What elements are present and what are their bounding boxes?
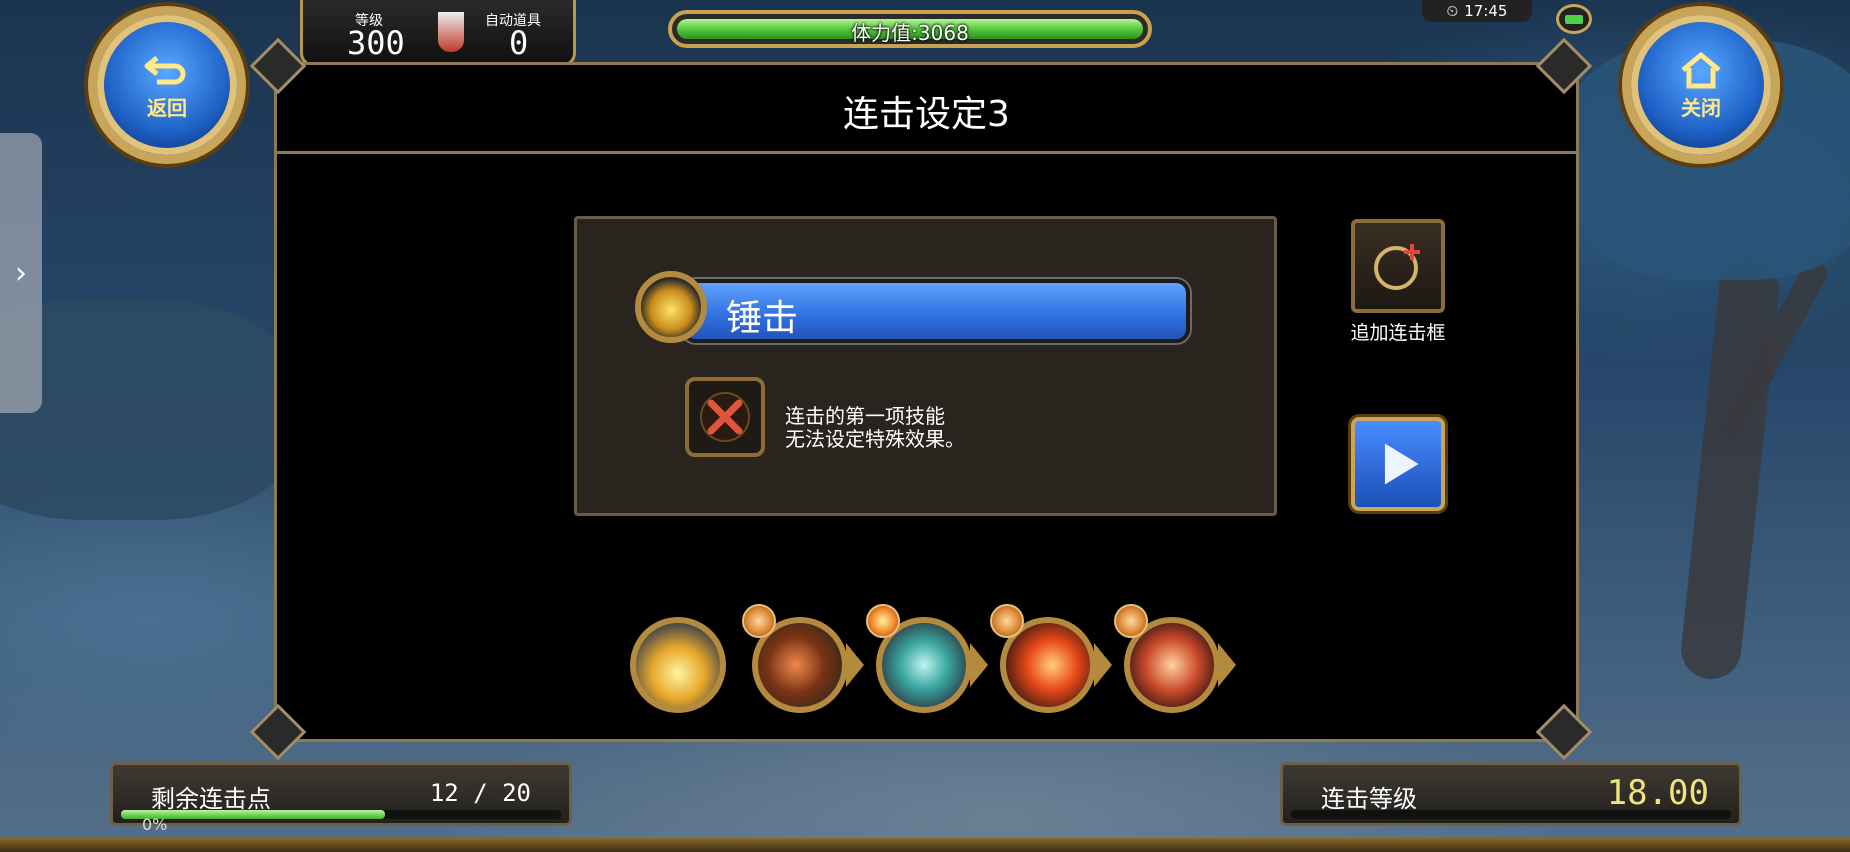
- clock-time: 17:45: [1464, 2, 1508, 20]
- selected-skill-panel: 锤击 连击的第一项技能 无法设定特殊效果。: [574, 216, 1277, 516]
- return-arrow-icon: [144, 55, 186, 84]
- close-button[interactable]: 关闭: [1622, 6, 1780, 164]
- selected-skill-bar[interactable]: 锤击: [682, 279, 1190, 343]
- chain-arrow-icon: [846, 643, 864, 687]
- stamina-text: 体力值:3068: [851, 21, 969, 45]
- combo-level-value: 18.00: [1606, 773, 1709, 813]
- effect-note-line2: 无法设定特殊效果。: [785, 427, 965, 451]
- clock: ⏲ 17:45: [1422, 0, 1532, 22]
- level-value: 300: [347, 24, 405, 62]
- effect-note: 连击的第一项技能 无法设定特殊效果。: [785, 405, 965, 451]
- combo-level-bar: [1291, 810, 1731, 819]
- remaining-points-bar: [121, 810, 561, 819]
- back-label: 返回: [147, 95, 187, 120]
- remaining-points-value: 12 / 20: [429, 779, 531, 807]
- fist-badge-icon: [742, 604, 776, 638]
- auto-item-value: 0: [509, 24, 529, 62]
- rock-formation: [0, 300, 300, 520]
- add-combo-slot-label: 追加连击框: [1350, 322, 1446, 344]
- chain-skill-1-hammer-strike-icon[interactable]: [630, 617, 726, 713]
- battery-icon: [1556, 4, 1592, 34]
- special-effect-slot[interactable]: [685, 377, 765, 457]
- fist-badge-icon: [990, 604, 1024, 638]
- play-combo-button[interactable]: [1351, 417, 1445, 511]
- exp-percent: 0%: [142, 815, 168, 834]
- combo-level-panel: 连击等级 18.00: [1280, 762, 1742, 826]
- clock-icon: ⏲: [1446, 2, 1459, 20]
- fist-badge-icon: [1114, 604, 1148, 638]
- play-icon: [1384, 443, 1419, 485]
- home-icon: [1681, 52, 1721, 88]
- add-combo-slot-button[interactable]: [1351, 219, 1445, 313]
- close-label: 关闭: [1681, 95, 1721, 120]
- remaining-combo-points-panel: 剩余连击点 12 / 20: [110, 762, 572, 826]
- player-status-box: 等级 300 自动道具 0: [300, 0, 576, 67]
- dialog-title-bar: 连击设定3: [277, 65, 1576, 154]
- potion-icon: [438, 12, 464, 52]
- add-circle-icon: [1374, 244, 1420, 290]
- stamina-bar: 体力值:3068: [668, 10, 1152, 48]
- hammer-strike-icon[interactable]: [635, 271, 707, 343]
- burst-badge-icon: [866, 604, 900, 638]
- disabled-x-icon: [700, 392, 750, 442]
- chain-arrow-icon: [1094, 643, 1112, 687]
- dead-tree: [1678, 258, 1782, 682]
- chain-arrow-icon: [970, 643, 988, 687]
- side-drawer-tab[interactable]: ›: [0, 133, 42, 413]
- remaining-points-label: 剩余连击点: [151, 785, 271, 813]
- skill-name: 锤击: [726, 298, 799, 339]
- chevron-right-icon: ›: [15, 255, 27, 291]
- exp-bar: [0, 838, 1850, 852]
- combo-level-label: 连击等级: [1321, 785, 1417, 813]
- back-button[interactable]: 返回: [88, 6, 246, 164]
- chain-arrow-icon: [1218, 643, 1236, 687]
- dialog-title: 连击设定3: [843, 94, 1010, 135]
- effect-note-line1: 连击的第一项技能: [785, 404, 945, 428]
